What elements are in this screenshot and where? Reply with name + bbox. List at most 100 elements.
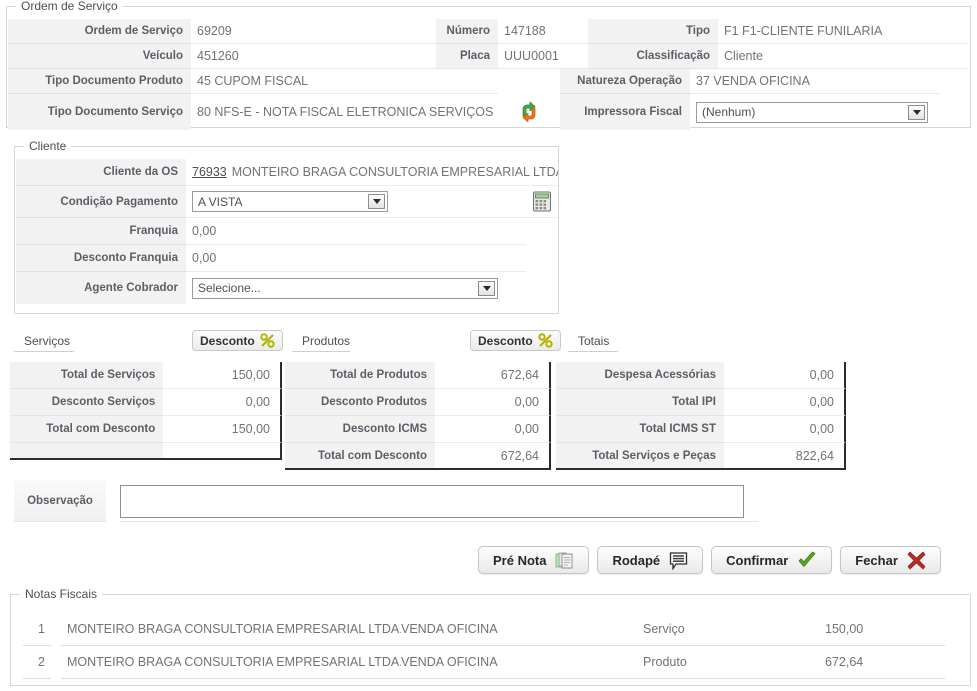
field-label-condicao-pagamento: Condição Pagamento	[16, 186, 186, 218]
rodape-label: Rodapé	[612, 552, 661, 568]
observacao-row: Observação	[14, 480, 758, 522]
field-value-ordem-servico: 69209	[191, 19, 436, 44]
totals-tabs-strip: Serviços Desconto Produtos Desconto Tota…	[0, 330, 977, 356]
total-icms-st-value: 0,00	[724, 416, 846, 443]
totals-panel-produtos: Total de Produtos 672,64 Desconto Produt…	[285, 362, 551, 470]
condicao-pagamento-select[interactable]: A VISTA	[192, 191, 388, 212]
table-row: Ordem de Serviço 69209 Número 147188 Tip…	[8, 19, 970, 44]
despesa-acessorias-value: 0,00	[724, 362, 846, 389]
total-servicos-pecas-value: 822,64	[724, 443, 846, 470]
totals-panel-totais: Despesa Acessórias 0,00 Total IPI 0,00 T…	[556, 362, 846, 470]
table-row: Franquia 0,00	[16, 218, 558, 245]
field-value-impressora-fiscal: (Nenhum)	[690, 94, 940, 130]
nf-valor: 672,64	[825, 646, 945, 679]
table-row: Total de Serviços 150,00	[10, 362, 282, 389]
total-com-desconto-produtos-label: Total com Desconto	[285, 443, 435, 470]
chevron-down-icon[interactable]	[908, 104, 925, 120]
servicos-filler-label	[10, 443, 164, 460]
nf-valor: 150,00	[825, 613, 945, 646]
table-row: Desconto Serviços 0,00	[10, 389, 282, 416]
cliente-group: Cliente Cliente da OS 76933 MONTEIRO BRA…	[14, 139, 559, 314]
check-icon	[798, 551, 816, 567]
servicos-filler-value	[163, 443, 282, 460]
field-value-cliente-da-os: 76933 MONTEIRO BRAGA CONSULTORIA EMPRESA…	[186, 159, 558, 186]
nf-spacer	[51, 646, 61, 679]
fechar-label: Fechar	[855, 552, 898, 568]
total-servicos-pecas-label: Total Serviços e Peças	[556, 443, 724, 470]
field-label-agente-cobrador: Agente Cobrador	[16, 272, 186, 304]
desconto-icms-value: 0,00	[435, 416, 551, 443]
total-servicos-value: 150,00	[163, 362, 282, 389]
total-com-desconto-produtos-value: 672,64	[435, 443, 551, 470]
nf-row-index: 1	[23, 613, 51, 646]
table-row: Tipo Documento Serviço 80 NFS-E - NOTA F…	[8, 94, 970, 130]
total-produtos-label: Total de Produtos	[285, 362, 435, 389]
field-value-desconto-franquia: 0,00	[186, 245, 526, 272]
chevron-down-icon[interactable]	[478, 280, 495, 296]
field-label-placa: Placa	[436, 44, 498, 69]
pre-nota-button[interactable]: Pré Nota	[478, 546, 590, 574]
total-com-desconto-servicos-label: Total com Desconto	[10, 416, 164, 443]
totals-panel-servicos: Total de Serviços 150,00 Desconto Serviç…	[10, 362, 282, 460]
table-row: Total de Produtos 672,64	[285, 362, 551, 389]
percent-icon	[537, 333, 553, 348]
field-value-franquia: 0,00	[186, 218, 526, 245]
field-value-tipo-documento-produto: 45 CUPOM FISCAL	[191, 69, 498, 94]
field-label-natureza-operacao: Natureza Operação	[560, 69, 690, 94]
impressora-fiscal-select[interactable]: (Nenhum)	[696, 101, 928, 123]
swap-arrows-icon[interactable]	[518, 100, 540, 123]
field-label-franquia: Franquia	[16, 218, 186, 245]
confirmar-button[interactable]: Confirmar	[711, 546, 833, 574]
field-value-numero: 147188	[498, 19, 588, 44]
total-servicos-label: Total de Serviços	[10, 362, 164, 389]
desconto-servicos-value: 0,00	[163, 389, 282, 416]
observacao-input[interactable]	[120, 485, 744, 518]
cliente-code-link[interactable]: 76933	[192, 165, 227, 179]
chevron-down-icon[interactable]	[368, 194, 385, 209]
table-row: Condição Pagamento A VISTA	[16, 186, 558, 218]
field-value-condicao-pagamento: A VISTA	[186, 186, 558, 218]
nf-natureza: VENDA OFICINA	[401, 646, 643, 679]
calculator-button[interactable]	[532, 191, 552, 212]
table-row: Total IPI 0,00	[556, 389, 846, 416]
fechar-button[interactable]: Fechar	[840, 546, 941, 574]
cliente-name-text: MONTEIRO BRAGA CONSULTORIA EMPRESARIAL L…	[231, 165, 558, 179]
table-row: Tipo Documento Produto 45 CUPOM FISCAL N…	[8, 69, 970, 94]
table-row[interactable]: 1 MONTEIRO BRAGA CONSULTORIA EMPRESARIAL…	[23, 613, 953, 646]
agente-cobrador-selected-value: Selecione...	[198, 281, 261, 295]
field-label-veiculo: Veículo	[8, 44, 191, 69]
swap-arrows-icon-cell[interactable]	[498, 94, 560, 130]
desconto-servicos-button[interactable]: Desconto	[192, 330, 283, 351]
calculator-icon[interactable]	[532, 191, 552, 212]
field-label-numero: Número	[436, 19, 498, 44]
notas-fiscais-legend: Notas Fiscais	[20, 587, 103, 601]
field-value-placa: UUU0001	[498, 44, 588, 69]
desconto-produtos-label: Desconto	[478, 333, 533, 348]
nf-tipo: Serviço	[643, 613, 825, 646]
total-produtos-value: 672,64	[435, 362, 551, 389]
agente-cobrador-select[interactable]: Selecione...	[192, 277, 498, 299]
table-row: Total ICMS ST 0,00	[556, 416, 846, 443]
desconto-produtos-button[interactable]: Desconto	[470, 330, 561, 351]
table-row: Total com Desconto 150,00	[10, 416, 282, 443]
confirmar-label: Confirmar	[726, 552, 789, 568]
table-row[interactable]: 2 MONTEIRO BRAGA CONSULTORIA EMPRESARIAL…	[23, 646, 953, 679]
table-row	[10, 443, 282, 460]
tab-produtos[interactable]: Produtos	[292, 334, 350, 352]
observacao-underline	[120, 521, 758, 522]
field-label-tipo-documento-servico: Tipo Documento Serviço	[8, 94, 191, 130]
desconto-produtos-value-label: Desconto Produtos	[285, 389, 435, 416]
tab-totais[interactable]: Totais	[568, 334, 618, 352]
desconto-icms-label: Desconto ICMS	[285, 416, 435, 443]
percent-icon	[259, 333, 275, 348]
field-value-tipo-documento-servico: 80 NFS-E - NOTA FISCAL ELETRONICA SERVIÇ…	[197, 105, 494, 119]
rodape-button[interactable]: Rodapé	[597, 546, 704, 574]
condicao-pagamento-selected-value: A VISTA	[198, 194, 243, 209]
total-com-desconto-servicos-value: 150,00	[163, 416, 282, 443]
nf-row-index: 2	[23, 646, 51, 679]
despesa-acessorias-label: Despesa Acessórias	[556, 362, 724, 389]
observacao-label: Observação	[14, 480, 106, 522]
field-label-desconto-franquia: Desconto Franquia	[16, 245, 186, 272]
tab-servicos[interactable]: Serviços	[14, 334, 74, 352]
table-row: Agente Cobrador Selecione...	[16, 272, 558, 304]
